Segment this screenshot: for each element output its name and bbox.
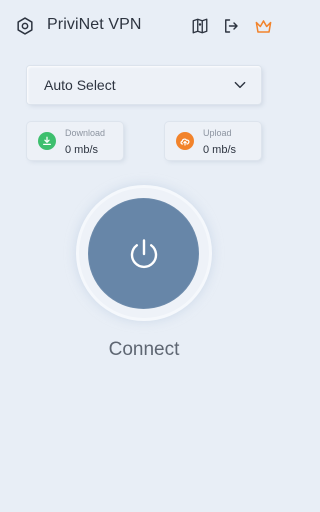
upload-value: 0 mb/s bbox=[203, 144, 237, 156]
connect-power-button[interactable] bbox=[88, 198, 199, 309]
chevron-down-icon bbox=[234, 81, 246, 89]
logout-icon[interactable] bbox=[220, 15, 242, 37]
cloud-upload-icon bbox=[176, 132, 194, 150]
download-label: Download bbox=[65, 128, 106, 138]
server-select-value: Auto Select bbox=[44, 77, 116, 93]
server-select-dropdown[interactable]: Auto Select bbox=[27, 66, 261, 104]
crown-icon[interactable] bbox=[252, 15, 274, 37]
map-icon[interactable] bbox=[189, 15, 211, 37]
download-stat-card: Download 0 mb/s bbox=[27, 122, 123, 160]
upload-stat-card: Upload 0 mb/s bbox=[165, 122, 261, 160]
power-icon bbox=[130, 238, 157, 268]
app-title: PriviNet VPN bbox=[47, 16, 142, 33]
upload-label: Upload bbox=[203, 128, 232, 138]
gear-icon[interactable] bbox=[14, 15, 36, 37]
app-header: PriviNet VPN bbox=[0, 0, 288, 52]
download-value: 0 mb/s bbox=[65, 144, 99, 156]
download-icon bbox=[38, 132, 56, 150]
connect-status-label[interactable]: Connect bbox=[0, 339, 288, 361]
